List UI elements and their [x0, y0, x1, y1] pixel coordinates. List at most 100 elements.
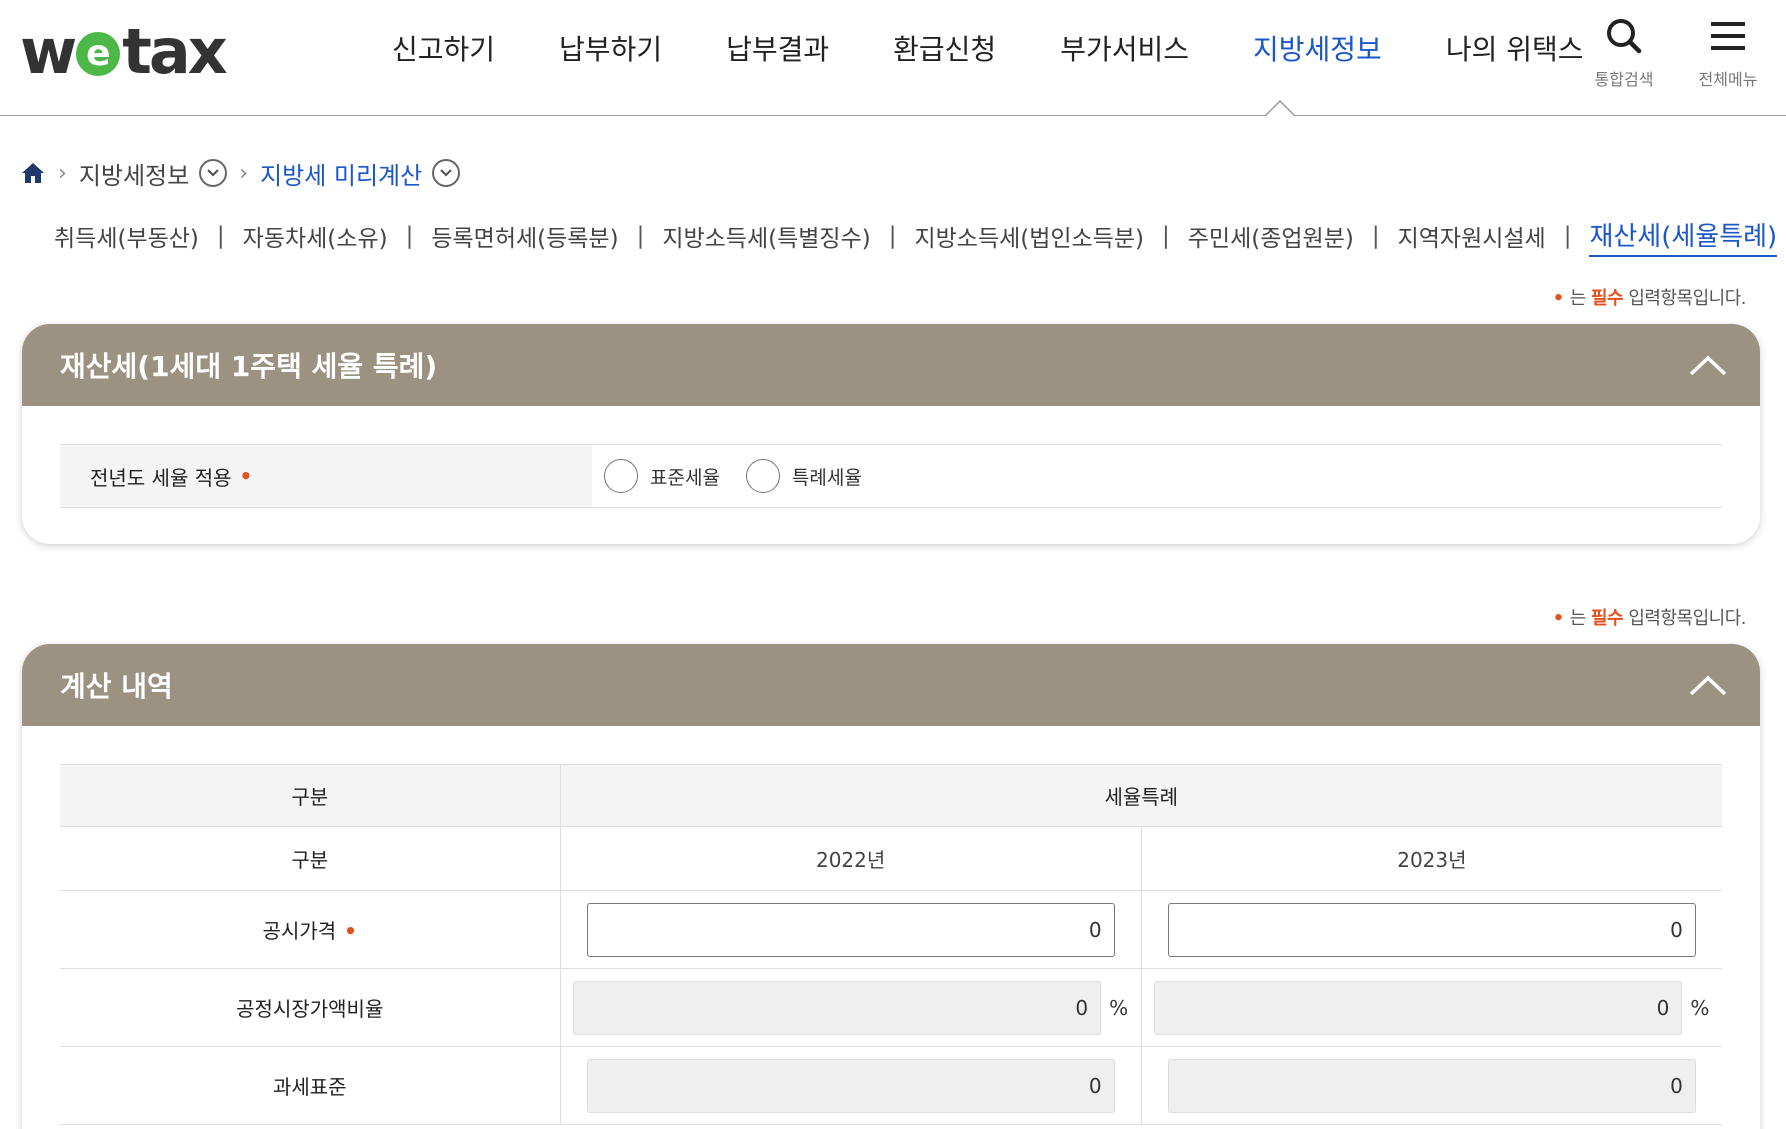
tab-divider: |: [1563, 223, 1572, 249]
tab-divider: |: [216, 223, 225, 249]
tab-acquisition-tax[interactable]: 취득세(부동산): [54, 219, 199, 253]
site-header: w e tax 신고하기 납부하기 납부결과 환급신청 부가서비스 지방세정보 나의…: [0, 0, 1786, 117]
table-row: 공시가격 •: [60, 890, 1722, 969]
year-row-label: 구분: [60, 826, 561, 891]
active-nav-pointer: [1265, 99, 1295, 117]
required-mark: •: [239, 464, 253, 488]
cell: [1141, 890, 1722, 969]
table-header-row: 구분 세율특례: [60, 764, 1722, 827]
chevron-up-icon: [1689, 675, 1727, 696]
main-nav: 신고하기 납부하기 납부결과 환급신청 부가서비스 지방세정보 나의 위택스: [360, 28, 1616, 72]
nav-item-pay[interactable]: 납부하기: [527, 28, 694, 72]
tax-rate-option-panel: 재산세(1세대 1주택 세율 특례) 전년도 세율 적용 • 표준세율 특례세율: [22, 324, 1760, 544]
nav-item-pay-result[interactable]: 납부결과: [694, 28, 861, 72]
ratio-2022-wrap: %: [573, 980, 1129, 1035]
fair-market-ratio-label: 공정시장가액비율: [236, 997, 384, 1021]
required-note-highlight: 필수: [1591, 608, 1624, 629]
required-note-suffix: 입력항목입니다.: [1623, 288, 1746, 309]
chevron-down-icon[interactable]: [199, 159, 228, 187]
official-price-2023-input[interactable]: [1167, 902, 1696, 957]
home-icon[interactable]: [20, 161, 46, 185]
percent-unit: %: [1109, 995, 1129, 1020]
logo-text-w: w: [20, 14, 77, 88]
chevron-right-icon: ›: [58, 160, 67, 186]
required-field-note: • 는 필수 입력항목입니다.: [1552, 604, 1747, 630]
calculation-table: 구분 세율특례 구분 2022년 2023년 공시가격 • 공정시장가액비율: [60, 764, 1722, 1125]
required-field-note: • 는 필수 입력항목입니다.: [1552, 284, 1747, 310]
special-rate-label: 특례세율: [791, 466, 862, 489]
table-row: 과세표준: [60, 1046, 1722, 1125]
panel-header: 재산세(1세대 1주택 세율 특례): [22, 324, 1760, 406]
standard-rate-label: 표준세율: [650, 466, 720, 489]
tax-base-2022-field: [586, 1058, 1115, 1113]
required-dot: •: [1552, 608, 1565, 629]
tab-resident-tax[interactable]: 주민세(종업원분): [1188, 219, 1354, 253]
col-header-special-rate: 세율특례: [560, 764, 1722, 827]
row-label-fair-market-ratio: 공정시장가액비율: [60, 968, 561, 1047]
year-2023: 2023년: [1141, 826, 1722, 891]
required-dot: •: [1552, 288, 1565, 309]
tab-divider: |: [405, 223, 414, 249]
year-row: 구분 2022년 2023년: [60, 826, 1722, 891]
col-header-category: 구분: [60, 764, 561, 827]
radio-circle[interactable]: [745, 459, 780, 493]
search-icon: [1607, 19, 1642, 54]
logo-text-e: e: [76, 32, 121, 76]
tab-divider: |: [636, 223, 645, 249]
tab-registration-tax[interactable]: 등록면허세(등록분): [431, 219, 618, 253]
percent-unit: %: [1690, 995, 1710, 1020]
chevron-down-icon[interactable]: [432, 159, 461, 187]
search-label: 통합검색: [1594, 70, 1654, 89]
ratio-2023-wrap: %: [1154, 980, 1710, 1035]
prior-year-rate-label: 전년도 세율 적용: [90, 465, 232, 490]
nav-item-file[interactable]: 신고하기: [360, 28, 527, 72]
full-menu-label: 전체메뉴: [1698, 70, 1758, 89]
tab-divider: |: [888, 223, 897, 249]
tab-property-tax-special[interactable]: 재산세(세율특례): [1589, 216, 1778, 257]
tab-regional-resource-tax[interactable]: 지역자원시설세: [1398, 219, 1546, 253]
tax-base-label: 과세표준: [272, 1075, 347, 1099]
official-price-2022-input[interactable]: [586, 902, 1115, 957]
tab-vehicle-tax[interactable]: 자동차세(소유): [243, 219, 388, 253]
required-note-suffix: 입력항목입니다.: [1623, 608, 1746, 629]
cell: %: [1141, 968, 1722, 1047]
row-label-tax-base: 과세표준: [60, 1046, 561, 1125]
tab-local-income-tax-withholding[interactable]: 지방소득세(특별징수): [662, 219, 870, 253]
nav-item-services[interactable]: 부가서비스: [1028, 28, 1221, 72]
row-label-official-price: 공시가격 •: [60, 890, 561, 969]
special-rate-radio[interactable]: 특례세율: [745, 459, 862, 493]
tab-local-income-tax-corporate[interactable]: 지방소득세(법인소득분): [914, 219, 1144, 253]
table-row: 공정시장가액비율 % %: [60, 968, 1722, 1047]
panel-header: 계산 내역: [22, 644, 1760, 726]
nav-item-refund[interactable]: 환급신청: [861, 28, 1028, 72]
logo-text-tax: tax: [122, 14, 227, 88]
required-note-prefix: 는: [1569, 608, 1591, 629]
rate-radio-group: 표준세율 특례세율: [592, 445, 1722, 507]
panel-title: 계산 내역: [60, 670, 173, 703]
required-note-highlight: 필수: [1591, 288, 1624, 309]
prior-year-rate-row: 전년도 세율 적용 • 표준세율 특례세율: [60, 444, 1722, 508]
fair-market-ratio-2022-field: [573, 980, 1102, 1035]
breadcrumb-level1[interactable]: 지방세정보: [79, 156, 189, 191]
cell: [560, 1046, 1142, 1125]
wetax-logo[interactable]: w e tax: [20, 14, 228, 88]
hamburger-icon: [1711, 22, 1745, 50]
collapse-button[interactable]: [1678, 655, 1738, 715]
fair-market-ratio-2023-field: [1154, 980, 1683, 1035]
cell: [1141, 1046, 1722, 1125]
required-note-prefix: 는: [1569, 288, 1591, 309]
collapse-button[interactable]: [1678, 335, 1738, 395]
tab-divider: |: [1371, 223, 1380, 249]
nav-item-local-tax-info[interactable]: 지방세정보: [1221, 28, 1414, 72]
breadcrumb-level2[interactable]: 지방세 미리계산: [260, 156, 422, 191]
search-button[interactable]: 통합검색: [1581, 16, 1667, 90]
calculation-panel: 계산 내역 구분 세율특례 구분 2022년 2023년 공시가격 • 0 0 …: [22, 644, 1760, 1129]
tax-base-2023-field: [1167, 1058, 1696, 1113]
radio-circle[interactable]: [604, 459, 638, 493]
full-menu-button[interactable]: 전체메뉴: [1685, 16, 1771, 90]
required-mark: •: [344, 919, 357, 943]
chevron-right-icon: ›: [239, 160, 249, 186]
cell: %: [560, 968, 1142, 1047]
standard-rate-radio[interactable]: 표준세율: [604, 459, 720, 493]
breadcrumb: › 지방세정보 › 지방세 미리계산: [20, 156, 461, 191]
